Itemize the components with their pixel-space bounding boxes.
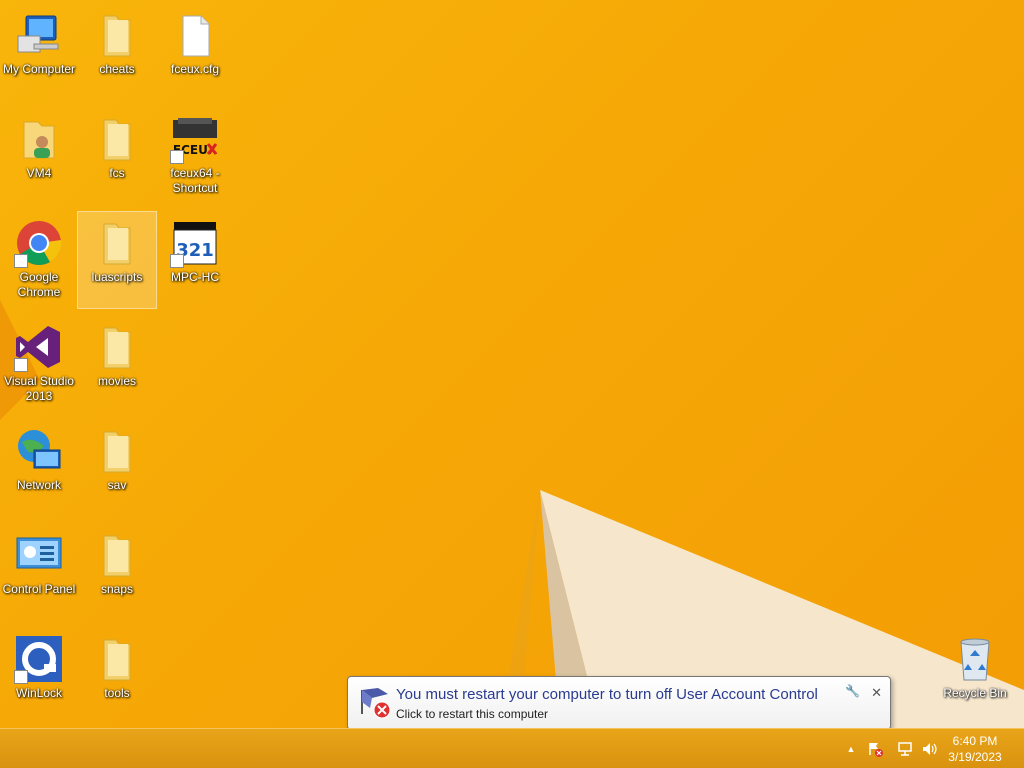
icon-label: Control Panel	[2, 582, 76, 596]
icon-label: snaps	[100, 582, 134, 596]
recycle-bin-icon	[950, 634, 1000, 684]
vm4-icon-item[interactable]: VM4	[0, 108, 78, 204]
fceux64-shortcut-item[interactable]: FCEUX fceux64 - Shortcut	[156, 108, 234, 204]
fceux-icon: FCEUX	[170, 114, 220, 164]
icon-label: WinLock	[15, 686, 62, 700]
file-icon	[170, 10, 220, 60]
sav-folder-item[interactable]: sav	[78, 420, 156, 516]
wrench-icon[interactable]: 🔧	[845, 684, 860, 698]
action-center-flag-icon[interactable]	[864, 729, 886, 768]
uac-flag-icon	[358, 686, 392, 720]
icon-label: fceux.cfg	[170, 62, 220, 76]
icon-label: movies	[97, 374, 136, 388]
tools-folder-item[interactable]: tools	[78, 628, 156, 724]
taskbar[interactable]: ▲ 6:40 PM 3/19/2023	[0, 728, 1024, 768]
shortcut-arrow-icon	[170, 150, 184, 164]
folder-icon	[92, 530, 142, 580]
shortcut-arrow-icon	[14, 358, 28, 372]
visual-studio-icon-item[interactable]: Visual Studio 2013	[0, 316, 78, 412]
icon-label: MPC-HC	[171, 270, 219, 284]
balloon-text[interactable]: Click to restart this computer	[396, 707, 548, 721]
folder-icon	[92, 322, 142, 372]
balloon-title[interactable]: You must restart your computer to turn o…	[396, 686, 818, 703]
icon-label: Recycle Bin	[943, 686, 1007, 700]
control-panel-icon	[14, 530, 64, 580]
clock-time: 6:40 PM	[952, 734, 998, 748]
network-icon	[14, 426, 64, 476]
shortcut-arrow-icon	[170, 254, 184, 268]
recycle-bin-icon-item[interactable]: Recycle Bin	[936, 628, 1014, 724]
icon-label: Network	[16, 478, 61, 492]
restart-notification-balloon[interactable]: You must restart your computer to turn o…	[347, 676, 891, 730]
icon-label: fceux64 - Shortcut	[170, 166, 220, 195]
cheats-folder-item[interactable]: cheats	[78, 4, 156, 100]
folder-icon	[92, 426, 142, 476]
movies-folder-item[interactable]: movies	[78, 316, 156, 412]
icon-label: sav	[107, 478, 127, 492]
control-panel-icon-item[interactable]: Control Panel	[0, 524, 78, 620]
icon-label: fcs	[109, 166, 125, 180]
shortcut-arrow-icon	[14, 670, 28, 684]
visual-studio-icon	[14, 322, 64, 372]
computer-icon	[14, 10, 64, 60]
clock[interactable]: 6:40 PM 3/19/2023	[942, 733, 1008, 765]
icon-label: cheats	[99, 62, 135, 76]
fcs-folder-item[interactable]: fcs	[78, 108, 156, 204]
my-computer-icon-item[interactable]: My Computer	[0, 4, 78, 100]
show-hidden-icons-button[interactable]: ▲	[842, 729, 860, 768]
icon-label: Google Chrome	[17, 270, 61, 299]
clock-date: 3/19/2023	[948, 750, 1002, 764]
folder-icon	[92, 634, 142, 684]
close-icon[interactable]: ✕	[871, 685, 882, 701]
volume-icon[interactable]	[918, 729, 940, 768]
shortcut-arrow-icon	[14, 254, 28, 268]
folder-icon	[92, 218, 142, 268]
icon-label: Visual Studio 2013	[4, 374, 74, 403]
winlock-icon	[14, 634, 64, 684]
icon-label: tools	[104, 686, 130, 700]
fceux-cfg-file-item[interactable]: fceux.cfg	[156, 4, 234, 100]
desktop[interactable]: My Computer VM4 Google Chrome Visual Stu…	[0, 0, 1024, 728]
user-folder-icon	[14, 114, 64, 164]
folder-icon	[92, 10, 142, 60]
icon-label: My Computer	[2, 62, 76, 76]
network-status-icon[interactable]	[894, 729, 916, 768]
luascripts-folder-item[interactable]: luascripts	[77, 211, 157, 309]
mpc-hc-icon: 321	[170, 218, 220, 268]
icon-label: luascripts	[91, 270, 143, 284]
chrome-icon	[14, 218, 64, 268]
google-chrome-icon-item[interactable]: Google Chrome	[0, 212, 78, 308]
mpc-hc-shortcut-item[interactable]: 321 MPC-HC	[156, 212, 234, 308]
winlock-icon-item[interactable]: WinLock	[0, 628, 78, 724]
snaps-folder-item[interactable]: snaps	[78, 524, 156, 620]
network-icon-item[interactable]: Network	[0, 420, 78, 516]
folder-icon	[92, 114, 142, 164]
icon-label: VM4	[26, 166, 52, 180]
